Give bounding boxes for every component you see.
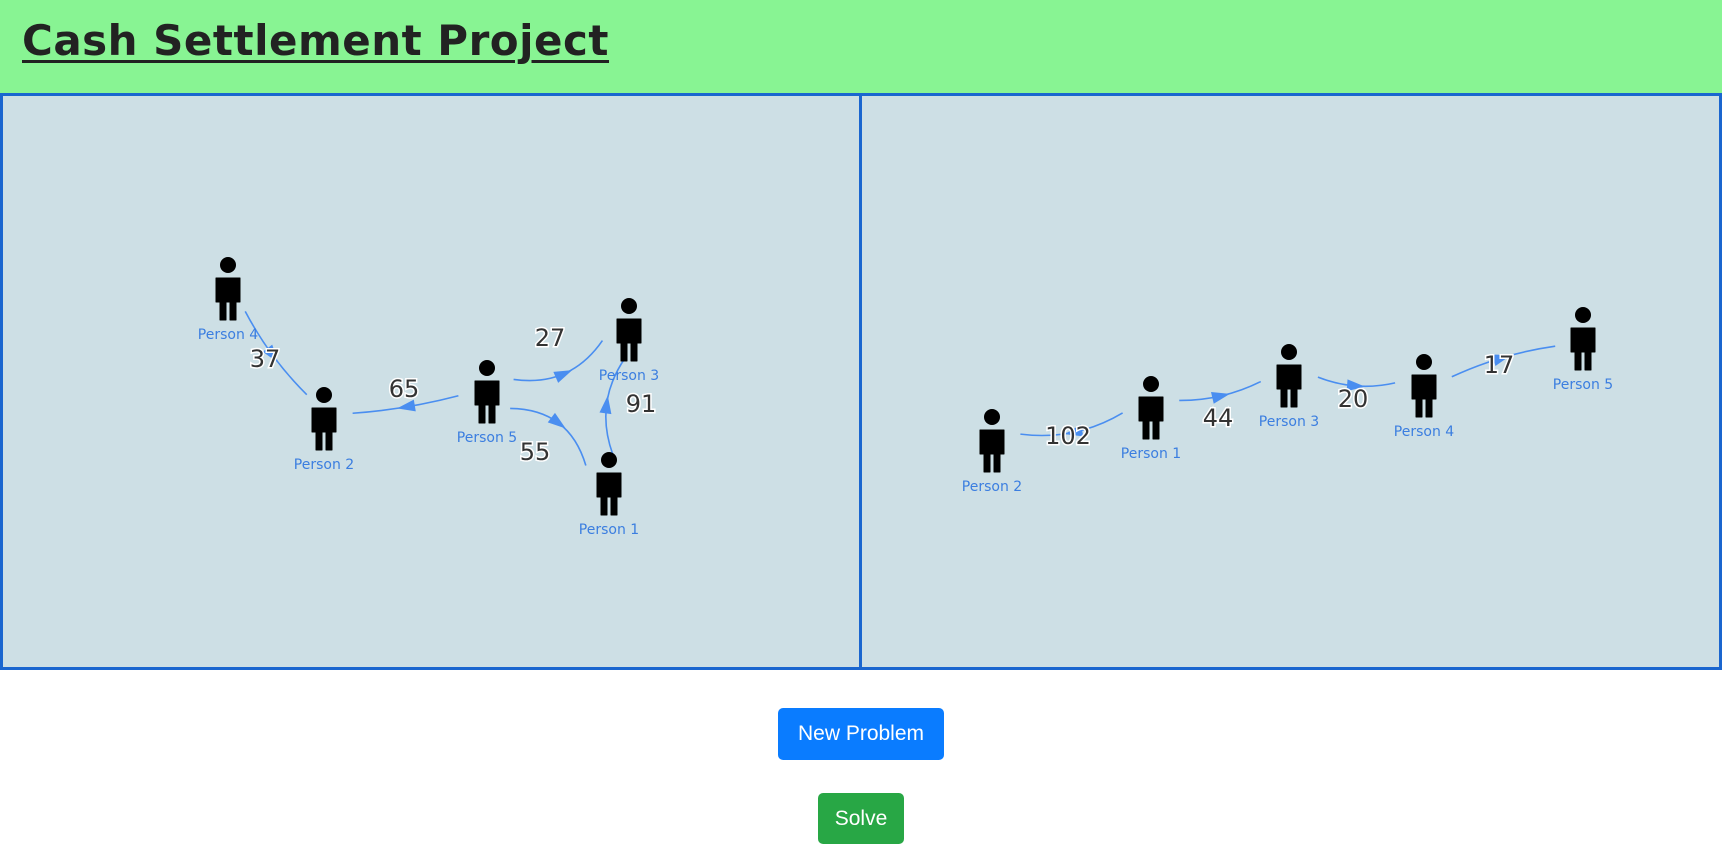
person-icon <box>220 257 236 273</box>
person-body-icon <box>1138 396 1164 440</box>
edge-amount-label: 20 <box>1338 385 1369 413</box>
person-node-person-1[interactable]: Person 1 <box>579 452 639 538</box>
edge-amount-label: 91 <box>626 390 657 418</box>
edge-person-1-to-person-3[interactable] <box>1179 380 1262 404</box>
nodes: Person 2 Person 1 Person 3 Person 4 Person 5 <box>962 307 1613 495</box>
solve-button[interactable]: Solve <box>818 793 904 844</box>
nodes: Person 4 Person 2 Person 5 Person 3 Person 1 <box>198 257 659 538</box>
person-label: Person 5 <box>457 430 517 446</box>
arrowhead-icon <box>599 395 612 415</box>
person-icon <box>1575 307 1591 323</box>
page-title: Cash Settlement Project <box>22 16 610 65</box>
person-label: Person 2 <box>294 457 354 473</box>
person-label: Person 5 <box>1553 377 1613 393</box>
person-icon <box>984 409 1000 425</box>
person-body-icon <box>979 429 1005 473</box>
person-node-person-5[interactable]: Person 5 <box>1553 307 1613 393</box>
edge-labels: 37 65 27 91 55 <box>248 323 658 468</box>
edge-amount-label: 37 <box>250 345 281 373</box>
person-label: Person 4 <box>198 327 258 343</box>
person-node-person-5[interactable]: Person 5 <box>457 360 517 446</box>
person-icon <box>1416 354 1432 370</box>
person-node-person-4[interactable]: Person 4 <box>1394 354 1454 440</box>
person-node-person-2[interactable]: Person 2 <box>294 387 354 473</box>
person-label: Person 1 <box>1121 446 1181 462</box>
solution-graph-panel[interactable]: Person 2 Person 1 Person 3 Person 4 Person 5… <box>859 93 1722 670</box>
person-label: Person 4 <box>1394 424 1454 440</box>
arrowhead-icon <box>547 412 566 429</box>
person-icon <box>601 452 617 468</box>
person-label: Person 2 <box>962 479 1022 495</box>
arrowhead-icon <box>1211 392 1230 404</box>
edge-amount-label: 102 <box>1045 422 1091 450</box>
person-body-icon <box>215 277 241 321</box>
person-icon <box>1143 376 1159 392</box>
person-label: Person 1 <box>579 522 639 538</box>
person-body-icon <box>1411 374 1437 418</box>
new-problem-button[interactable]: New Problem <box>778 708 944 760</box>
person-icon <box>479 360 495 376</box>
person-node-person-4[interactable]: Person 4 <box>198 257 258 343</box>
header-bar: Cash Settlement Project <box>0 0 1722 93</box>
edge-amount-label: 17 <box>1484 351 1515 379</box>
person-body-icon <box>616 318 642 362</box>
edge-amount-label: 44 <box>1203 404 1234 432</box>
solution-graph[interactable]: Person 2 Person 1 Person 3 Person 4 Person 5… <box>862 96 1719 667</box>
person-icon <box>621 298 637 314</box>
arrowhead-icon <box>553 370 573 383</box>
person-node-person-2[interactable]: Person 2 <box>962 409 1022 495</box>
person-body-icon <box>474 380 500 424</box>
person-icon <box>316 387 332 403</box>
person-node-person-3[interactable]: Person 3 <box>1259 344 1319 430</box>
person-body-icon <box>1276 364 1302 408</box>
person-node-person-3[interactable]: Person 3 <box>599 298 659 384</box>
edge-amount-label: 65 <box>389 375 420 403</box>
person-body-icon <box>311 407 337 451</box>
edges <box>244 310 626 466</box>
edge-amount-label: 55 <box>520 438 551 466</box>
person-node-person-1[interactable]: Person 1 <box>1121 376 1181 462</box>
person-label: Person 3 <box>1259 414 1319 430</box>
person-label: Person 3 <box>599 368 659 384</box>
problem-graph[interactable]: Person 4 Person 2 Person 5 Person 3 Person 1… <box>3 96 859 667</box>
person-body-icon <box>1570 327 1596 371</box>
person-icon <box>1281 344 1297 360</box>
person-body-icon <box>596 472 622 516</box>
problem-graph-panel[interactable]: Person 4 Person 2 Person 5 Person 3 Person 1… <box>0 93 862 670</box>
edge-amount-label: 27 <box>535 324 566 352</box>
